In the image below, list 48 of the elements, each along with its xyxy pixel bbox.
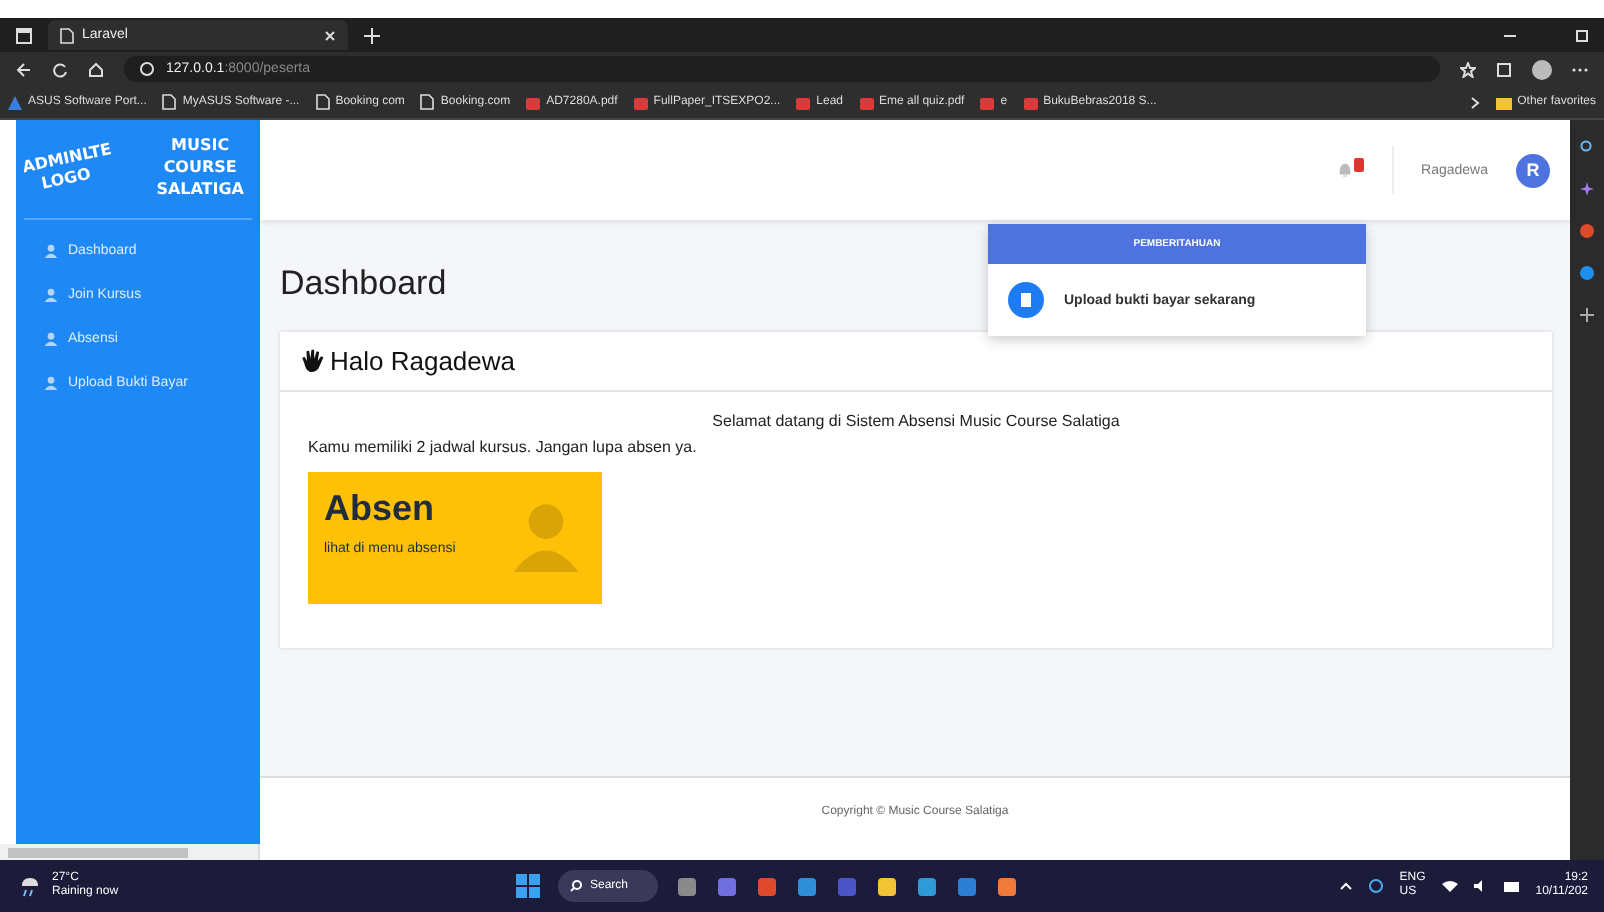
- page-icon: [315, 94, 330, 110]
- schedule-note: Kamu memiliki 2 jadwal kursus. Jangan lupa absen ya.: [308, 438, 699, 456]
- refresh-icon[interactable]: [52, 61, 68, 77]
- user-silhouette-icon: [510, 500, 582, 572]
- page-title: Dashboard: [280, 264, 447, 304]
- battery-icon[interactable]: [1503, 881, 1520, 891]
- sync-icon[interactable]: [1367, 878, 1384, 894]
- more-icon[interactable]: [1572, 65, 1588, 73]
- back-icon[interactable]: [16, 61, 32, 77]
- card-title: Halo Ragadewa: [330, 346, 516, 376]
- user-icon: [44, 332, 58, 346]
- hand-icon: [300, 348, 326, 374]
- tab-actions-icon: [16, 27, 32, 43]
- chevron-up-icon[interactable]: [1339, 882, 1352, 890]
- info-icon: [140, 62, 154, 76]
- sparkle-icon[interactable]: [1580, 182, 1594, 196]
- document-icon: [1008, 282, 1044, 318]
- rain-cloud-icon: [16, 874, 44, 898]
- brand-name: MUSIC: [171, 136, 230, 159]
- welcome-text: Selamat datang di Sistem Absensi Music Course Salatiga: [710, 412, 1122, 430]
- wifi-icon[interactable]: [1441, 880, 1458, 892]
- collections-icon[interactable]: [1496, 61, 1512, 77]
- speaker-icon[interactable]: [1473, 880, 1488, 892]
- horizontal-scrollbar[interactable]: [0, 844, 260, 860]
- user-avatar[interactable]: R: [1516, 153, 1550, 187]
- user-icon: [44, 376, 58, 390]
- brand-name: SALATIGA: [156, 179, 244, 202]
- triangle-icon: [8, 95, 22, 109]
- star-icon[interactable]: [1460, 61, 1476, 77]
- page-icon: [420, 94, 435, 110]
- page-icon: [162, 94, 177, 110]
- close-icon: [324, 29, 336, 41]
- minimize-icon[interactable]: [1504, 29, 1516, 41]
- plus-icon[interactable]: [1580, 308, 1594, 322]
- circle-icon[interactable]: [1580, 266, 1594, 280]
- search-icon[interactable]: [1580, 140, 1594, 154]
- tile-title: Absen: [324, 488, 437, 530]
- circle-icon[interactable]: [1580, 224, 1594, 238]
- restore-icon[interactable]: [1576, 29, 1588, 41]
- windows-icon[interactable]: [516, 874, 540, 898]
- user-icon: [44, 288, 58, 302]
- search-icon: [570, 880, 582, 892]
- user-icon: [44, 244, 58, 258]
- chevron-icon[interactable]: [1469, 95, 1480, 109]
- page-icon: [60, 27, 74, 43]
- profile-icon[interactable]: [1532, 59, 1552, 79]
- brand-name: COURSE: [163, 158, 237, 180]
- home-icon[interactable]: [88, 61, 104, 77]
